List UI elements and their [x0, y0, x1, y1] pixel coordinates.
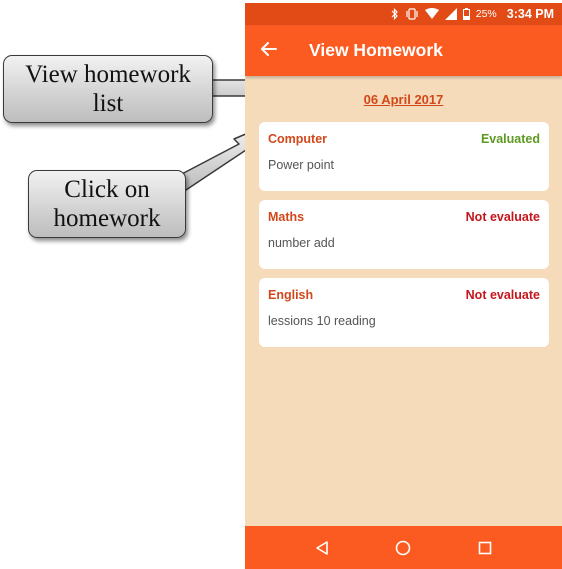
callout-view-list-text: View homework list	[25, 61, 191, 117]
callout-click-homework: Click on homework	[28, 170, 186, 238]
back-arrow-icon	[261, 42, 277, 56]
homework-card[interactable]: Maths Not evaluate number add	[259, 200, 549, 269]
system-nav-bar	[245, 526, 562, 569]
page-title: View Homework	[309, 40, 443, 60]
home-circle-icon[interactable]	[395, 540, 411, 556]
homework-card[interactable]: Computer Evaluated Power point	[259, 122, 549, 191]
homework-status: Not evaluate	[465, 210, 540, 224]
homework-list: Computer Evaluated Power point Maths Not…	[245, 122, 562, 347]
back-triangle-icon[interactable]	[314, 540, 330, 556]
battery-percent: 25%	[475, 8, 497, 20]
callout-click-homework-text: Click on homework	[53, 176, 161, 232]
recents-square-icon[interactable]	[477, 540, 493, 556]
battery-icon	[462, 8, 470, 20]
app-bar: View Homework	[245, 25, 562, 76]
status-time: 3:34 PM	[506, 7, 554, 21]
homework-description: Power point	[268, 158, 335, 172]
wifi-icon	[424, 8, 439, 19]
back-button[interactable]	[245, 39, 293, 62]
phone-screen: 25% 3:34 PM View Homework 06 April 2017 …	[245, 3, 562, 569]
homework-status: Not evaluate	[465, 288, 540, 302]
homework-status: Evaluated	[480, 132, 540, 146]
bluetooth-icon	[391, 8, 398, 20]
homework-description: lessions 10 reading	[268, 314, 376, 328]
callout-view-list: View homework list	[3, 55, 213, 123]
vibrate-icon	[406, 8, 418, 20]
homework-date[interactable]: 06 April 2017	[245, 92, 562, 112]
homework-description: number add	[268, 236, 335, 250]
signal-icon	[444, 8, 457, 20]
status-bar: 25% 3:34 PM	[245, 3, 562, 25]
homework-card[interactable]: English Not evaluate lessions 10 reading	[259, 278, 549, 347]
